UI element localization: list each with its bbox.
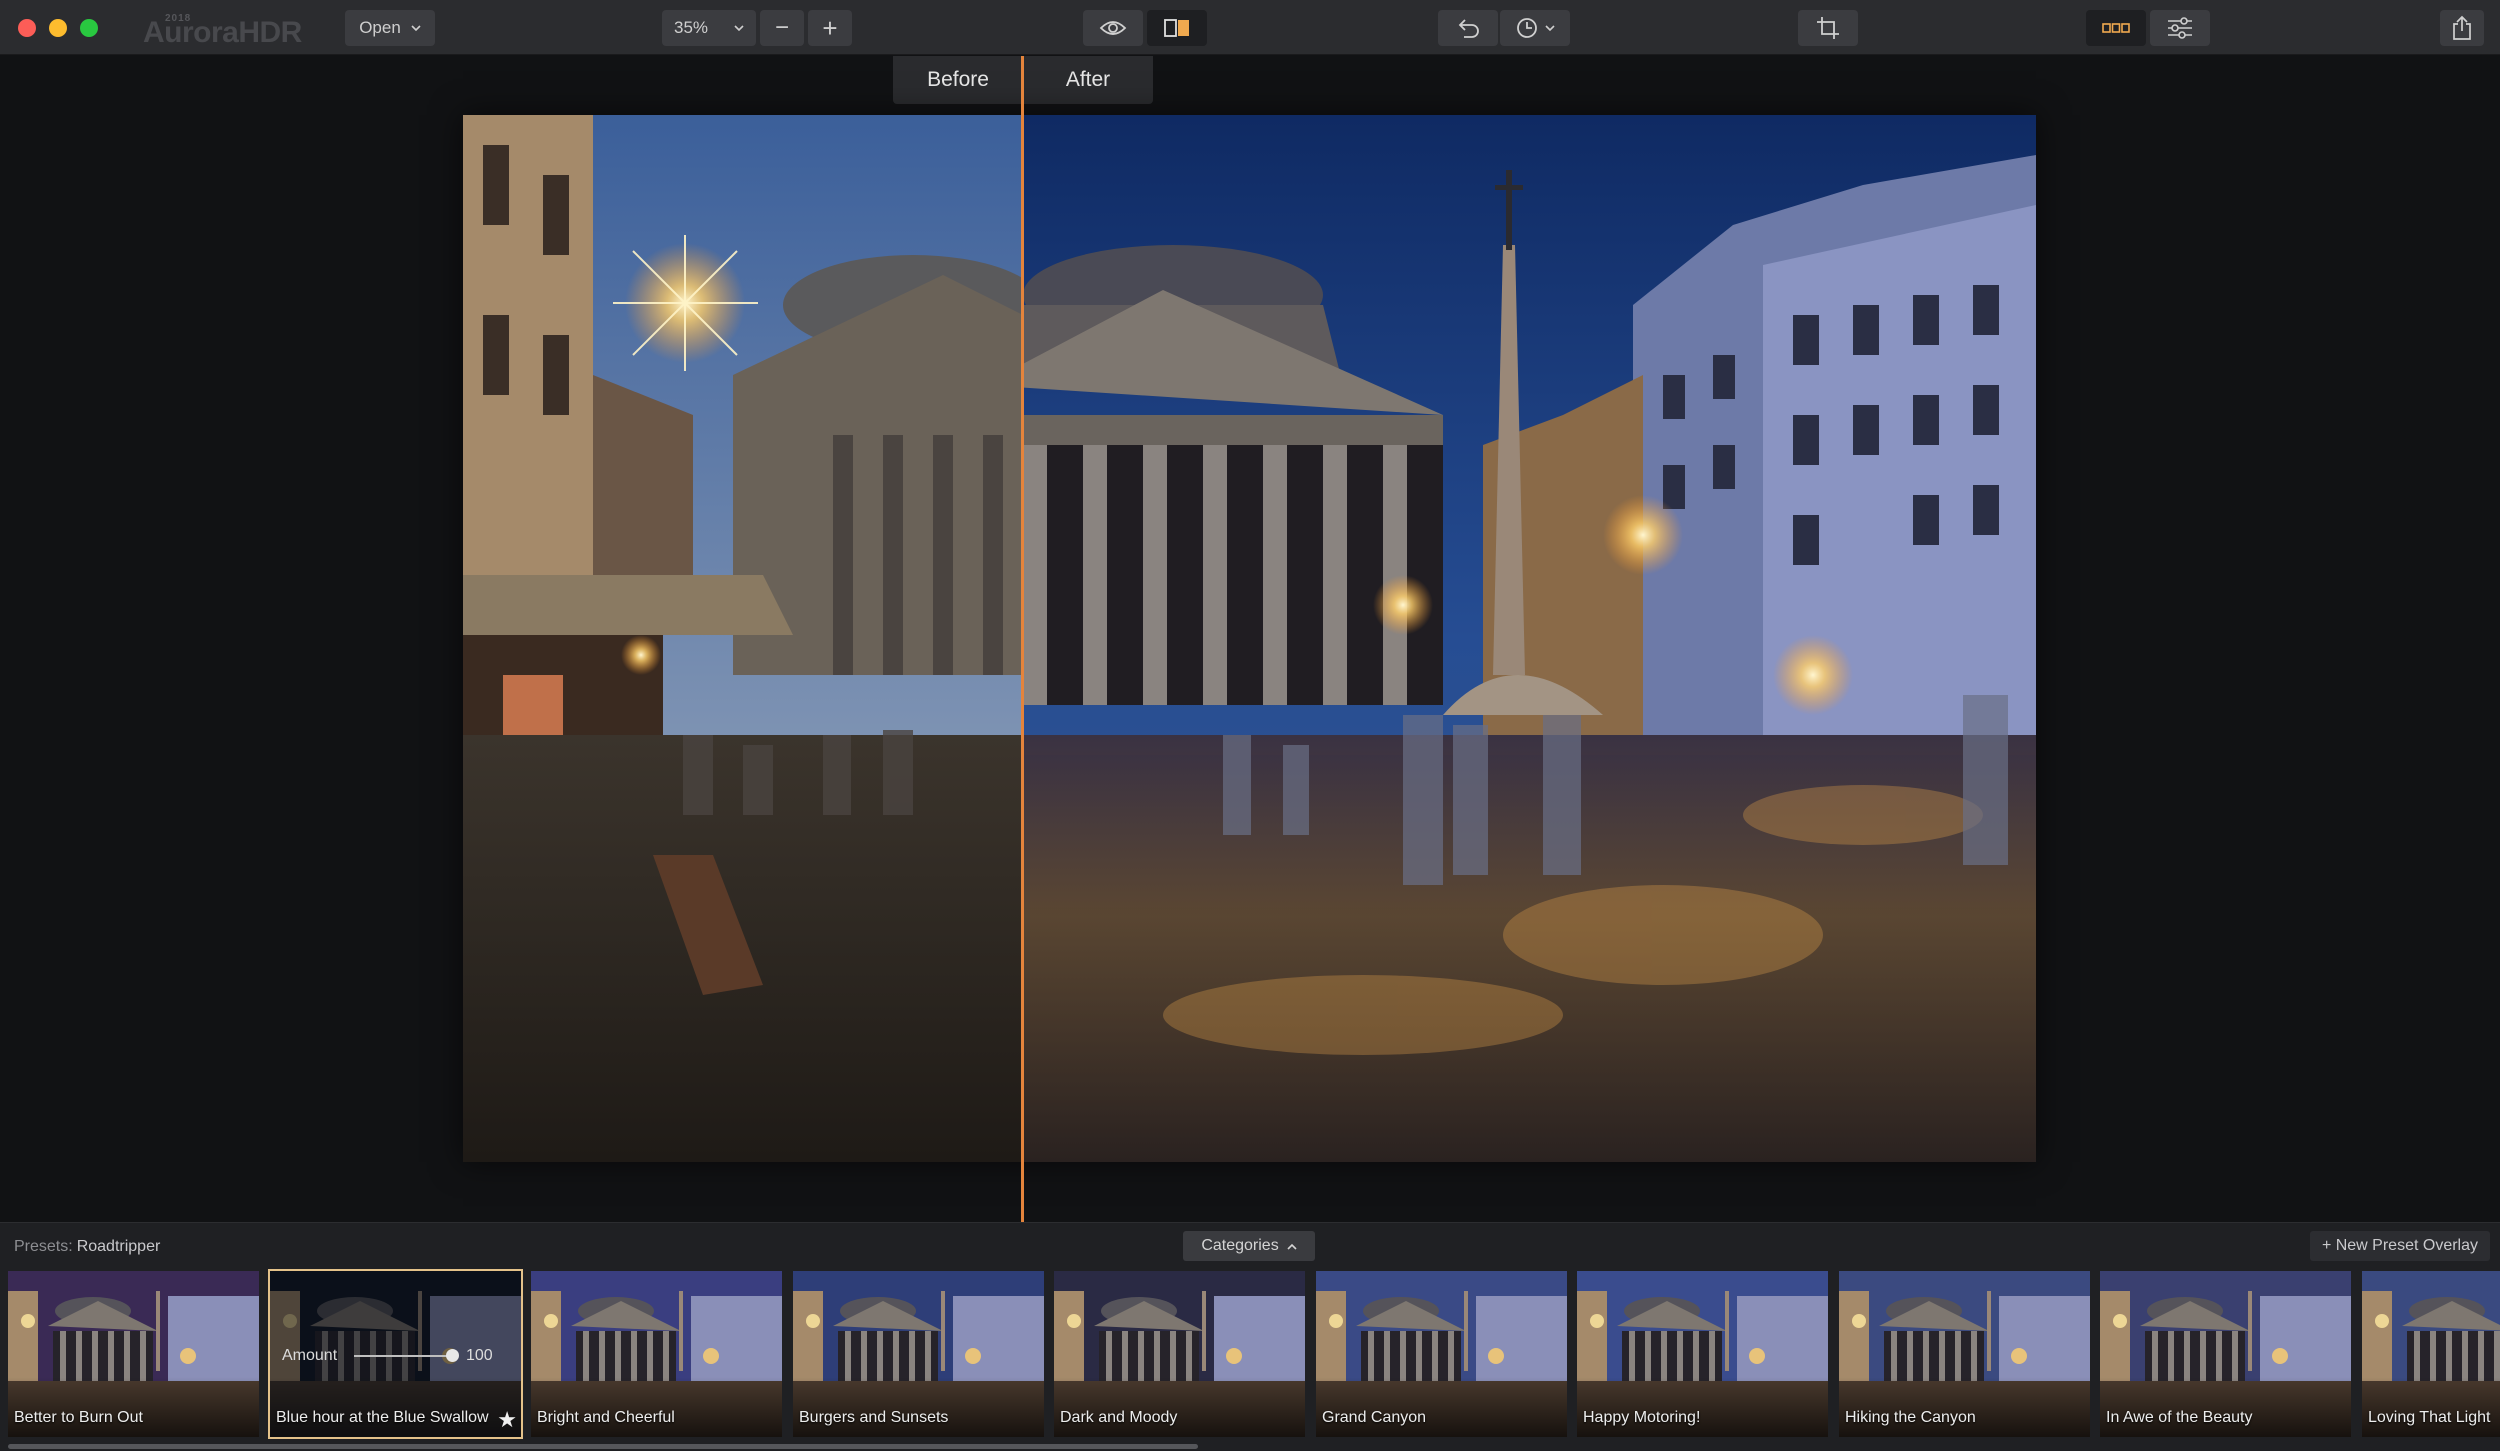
new-preset-overlay-label: + New Preset Overlay bbox=[2321, 1237, 2478, 1254]
after-label: After bbox=[1065, 68, 1111, 91]
categories-label: Categories bbox=[1201, 1237, 1279, 1254]
zoom-out-button[interactable]: − bbox=[760, 10, 804, 46]
presets-scrollbar[interactable] bbox=[8, 1444, 1198, 1449]
zoom-value: 35% bbox=[674, 18, 709, 37]
eye-icon bbox=[1099, 19, 1127, 37]
amount-value: 100 bbox=[466, 1347, 493, 1364]
preset-thumb[interactable]: Dark and Moody bbox=[1052, 1269, 1307, 1439]
crop-button[interactable] bbox=[1798, 10, 1858, 46]
preset-thumb-shade bbox=[2100, 1377, 2351, 1437]
preset-thumb-label: Dark and Moody bbox=[1060, 1409, 1178, 1426]
window-minimize-button[interactable] bbox=[49, 19, 67, 37]
preset-thumb-label: Blue hour at the Blue Swallow bbox=[276, 1409, 489, 1426]
compare-split-handle[interactable] bbox=[1021, 56, 1024, 1222]
adjustments-icon bbox=[2166, 16, 2194, 40]
window-close-button[interactable] bbox=[18, 19, 36, 37]
preset-thumb[interactable]: Amount 100 ★ Blue hour at the Blue Swallow bbox=[268, 1269, 523, 1439]
preset-thumb-shade bbox=[1577, 1377, 1828, 1437]
preset-thumb-shade bbox=[2362, 1377, 2500, 1437]
preset-thumb[interactable]: Loving That Light bbox=[2360, 1269, 2500, 1439]
presets-category-title: Presets: Roadtripper bbox=[14, 1238, 160, 1256]
undo-button[interactable] bbox=[1438, 10, 1498, 46]
window-zoom-button[interactable] bbox=[80, 19, 98, 37]
presets-title-prefix: Presets: bbox=[14, 1238, 73, 1255]
preset-thumb-shade bbox=[1839, 1377, 2090, 1437]
crop-icon bbox=[1815, 15, 1841, 41]
amount-label: Amount bbox=[282, 1347, 338, 1364]
minus-icon: − bbox=[774, 14, 789, 41]
preset-thumb-label: Loving That Light bbox=[2368, 1409, 2491, 1426]
open-button-label: Open bbox=[359, 18, 401, 37]
chevron-down-icon bbox=[411, 24, 421, 32]
new-preset-overlay-button[interactable]: + New Preset Overlay bbox=[2309, 1231, 2490, 1261]
plus-icon: + bbox=[822, 12, 838, 43]
preset-thumb[interactable]: Better to Burn Out bbox=[6, 1269, 261, 1439]
zoom-in-button[interactable]: + bbox=[808, 10, 852, 46]
chevron-up-icon bbox=[1287, 1237, 1297, 1255]
preset-thumb-shade bbox=[531, 1377, 782, 1437]
preview-toggle-button[interactable] bbox=[1083, 10, 1143, 46]
undo-icon bbox=[1455, 17, 1481, 39]
history-icon bbox=[1515, 16, 1539, 40]
preset-thumb-label: Burgers and Sunsets bbox=[799, 1409, 949, 1426]
preset-thumb-shade bbox=[1054, 1377, 1305, 1437]
preset-thumb-label: Better to Burn Out bbox=[14, 1409, 143, 1426]
amount-slider[interactable] bbox=[354, 1355, 454, 1357]
compare-button[interactable] bbox=[1147, 10, 1207, 46]
zoom-select[interactable]: 35% bbox=[662, 10, 756, 46]
share-button[interactable] bbox=[2440, 10, 2484, 46]
preset-thumb-label: Bright and Cheerful bbox=[537, 1409, 675, 1426]
preset-thumb-label: Grand Canyon bbox=[1322, 1409, 1427, 1426]
preset-thumb-label: Hiking the Canyon bbox=[1845, 1409, 1976, 1426]
before-label: Before bbox=[927, 68, 989, 91]
preset-thumb[interactable]: Grand Canyon bbox=[1314, 1269, 1569, 1439]
logo-name: AuroraHDR bbox=[143, 16, 302, 49]
photo-preview[interactable] bbox=[463, 115, 2036, 1162]
preset-thumb-label: In Awe of the Beauty bbox=[2106, 1409, 2253, 1426]
presets-title-value: Roadtripper bbox=[76, 1238, 161, 1255]
preset-thumb-shade bbox=[8, 1377, 259, 1437]
chevron-down-icon bbox=[734, 24, 744, 32]
preset-thumb-shade bbox=[793, 1377, 1044, 1437]
preset-thumb[interactable]: Burgers and Sunsets bbox=[791, 1269, 1046, 1439]
adjustments-button[interactable] bbox=[2150, 10, 2210, 46]
amount-slider-knob[interactable] bbox=[446, 1349, 459, 1362]
preset-thumb[interactable]: Hiking the Canyon bbox=[1837, 1269, 2092, 1439]
toolbar: 2018 AuroraHDR Open 35% − + bbox=[0, 0, 2500, 55]
preset-thumbnails: Better to Burn Out Amount 100 ★ Blue hour at… bbox=[6, 1269, 2500, 1439]
open-button[interactable]: Open bbox=[345, 10, 435, 46]
history-button[interactable] bbox=[1500, 10, 1570, 46]
preset-thumb[interactable]: Happy Motoring! bbox=[1575, 1269, 1830, 1439]
presets-view-button[interactable] bbox=[2086, 10, 2146, 46]
preset-thumb-shade bbox=[1316, 1377, 1567, 1437]
categories-button[interactable]: Categories bbox=[1183, 1231, 1315, 1261]
compare-icon bbox=[1163, 18, 1191, 38]
preset-thumb-label: Happy Motoring! bbox=[1583, 1409, 1701, 1426]
favorite-star-icon[interactable]: ★ bbox=[497, 1407, 517, 1433]
presets-panel: Presets: Roadtripper Categories + New Pre… bbox=[0, 1222, 2500, 1451]
presets-view-icon bbox=[2102, 21, 2130, 35]
chevron-down-icon bbox=[1545, 24, 1555, 32]
pantheon-photo bbox=[463, 115, 2036, 1162]
preset-thumb[interactable]: Bright and Cheerful bbox=[529, 1269, 784, 1439]
share-icon bbox=[2452, 15, 2472, 41]
preset-thumb[interactable]: In Awe of the Beauty bbox=[2098, 1269, 2353, 1439]
